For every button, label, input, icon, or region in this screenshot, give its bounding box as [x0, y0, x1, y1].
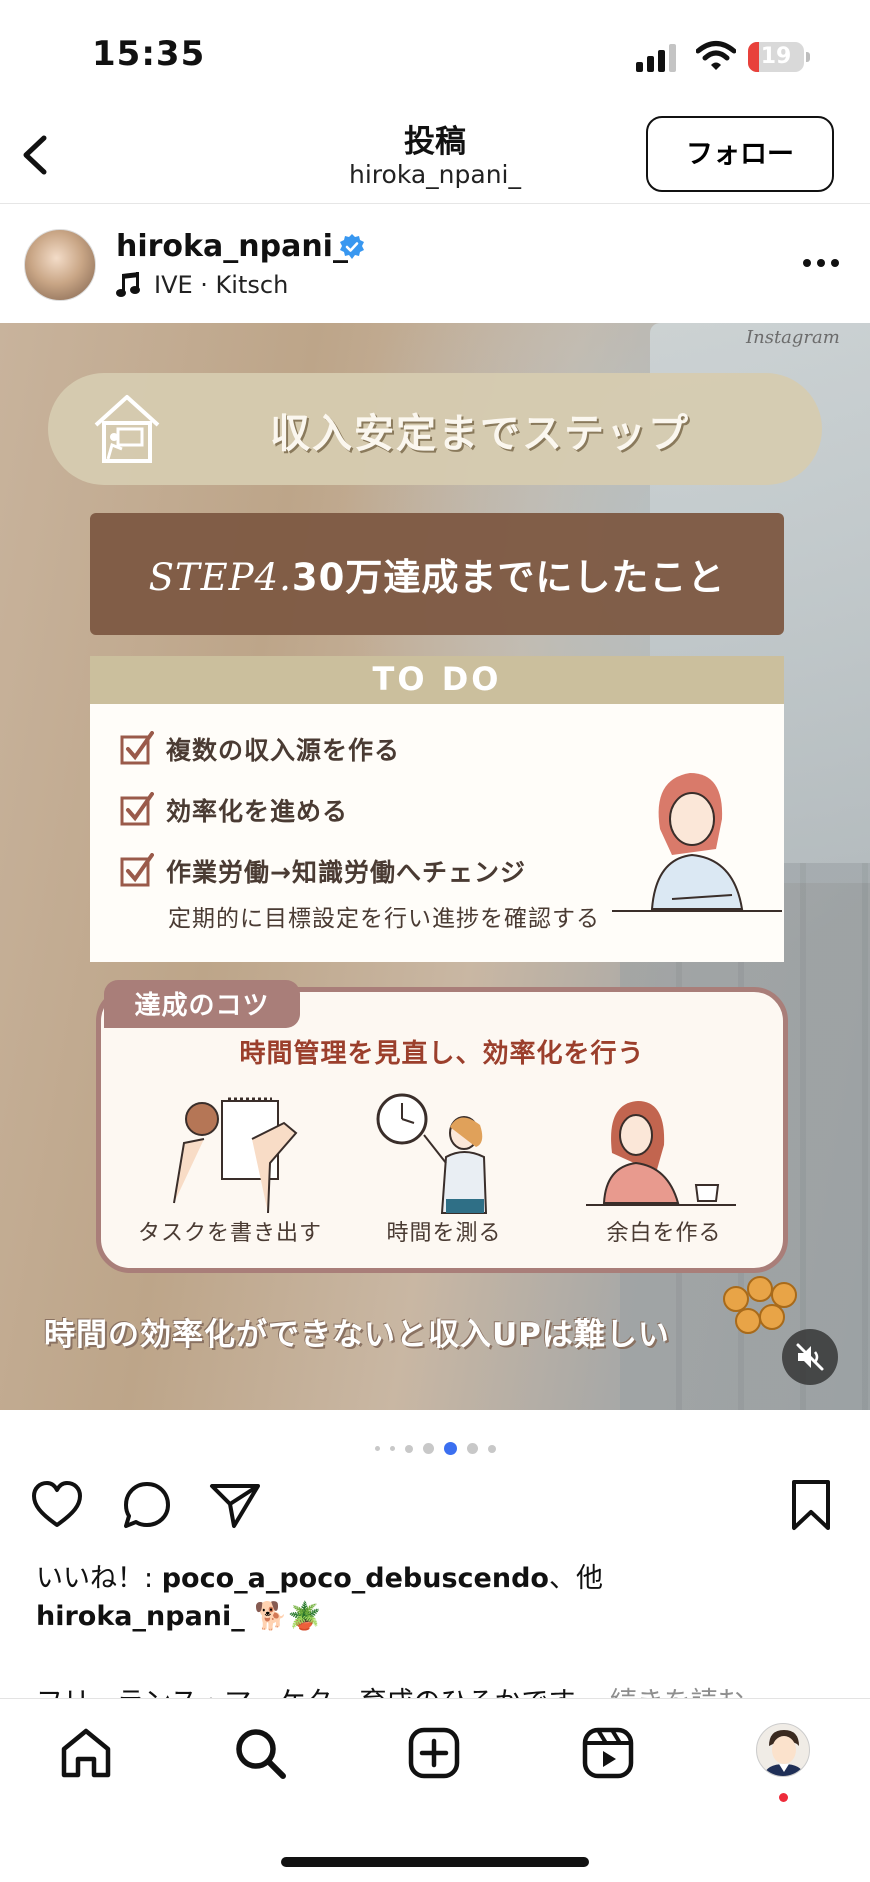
profile-avatar-illustration — [763, 1730, 805, 1776]
carousel-dot — [374, 1446, 380, 1451]
battery-level: 19 — [760, 44, 792, 69]
carousel-dot — [389, 1446, 395, 1451]
likes-summary[interactable]: いいね！: poco_a_poco_debuscendo、他 — [36, 1556, 603, 1595]
likes-user[interactable]: poco_a_poco_debuscendo — [162, 1563, 549, 1594]
speaker-muted-icon — [796, 1343, 824, 1371]
todo-item-label: 複数の収入源を作る — [166, 736, 401, 765]
house-icon — [94, 395, 160, 463]
status-bar: 15:35 19 — [0, 0, 870, 110]
share-icon[interactable] — [208, 1478, 262, 1532]
notification-dot — [779, 1793, 788, 1802]
todo-item-label: 効率化を進める — [166, 797, 349, 826]
laptop-screen-text: Instagram — [746, 327, 840, 348]
caption-text: フリーランス・マーケター育成のひろかです... — [36, 1687, 601, 1698]
likes-prefix: いいね！: — [36, 1563, 162, 1594]
read-more-link[interactable]: 続きを読む — [610, 1687, 745, 1698]
carousel-indicator — [0, 1438, 870, 1455]
home-indicator — [281, 1857, 589, 1867]
slide-caption: 時間の効率化ができないと収入UPは難しい — [44, 1317, 670, 1353]
carousel-dot — [422, 1443, 434, 1454]
music-note-icon — [116, 272, 140, 297]
status-time: 15:35 — [92, 34, 206, 74]
home-icon[interactable] — [58, 1725, 114, 1781]
step-description: 30万達成までにしたこと — [291, 556, 726, 599]
carousel-dot — [404, 1444, 413, 1453]
reels-icon[interactable] — [580, 1725, 636, 1781]
caption-preview: フリーランス・マーケター育成のひろかです... 続きを読む — [36, 1680, 745, 1698]
create-post-icon[interactable] — [406, 1725, 462, 1781]
tip-label: 余白を作る — [606, 1221, 722, 1246]
tips-heading: 時間管理を見直し、効率化を行う — [239, 1039, 645, 1069]
carousel-dot — [466, 1443, 478, 1454]
caption-username[interactable]: hiroka_npani_ — [36, 1601, 245, 1632]
caption-line: hiroka_npani_ 🐕🪴 — [36, 1600, 321, 1632]
tips-tab-label: 達成のコツ — [134, 991, 270, 1021]
caption-emoji: 🐕🪴 — [254, 1601, 322, 1632]
mute-button[interactable] — [782, 1329, 838, 1385]
battery-icon: 19 — [748, 42, 810, 72]
clock-timing-illustration — [376, 1093, 488, 1214]
writing-notes-illustration — [173, 1097, 298, 1214]
comment-icon[interactable] — [120, 1478, 174, 1532]
top-bar: 投稿 hiroka_npani_ フォロー — [0, 110, 870, 204]
profile-avatar[interactable] — [756, 1723, 810, 1777]
todo-item-label: 作業労働→知識労働へチェンジ — [166, 858, 526, 887]
post-header: hiroka_npani_ IVE · Kitsch — [0, 205, 870, 323]
tip-label: タスクを書き出す — [137, 1221, 322, 1246]
checkbox-checked-icon — [120, 853, 154, 887]
tip-label: 時間を測る — [386, 1221, 502, 1246]
step-number: STEP4. — [148, 556, 292, 599]
verified-badge-icon — [340, 234, 364, 259]
bookmark-icon[interactable] — [784, 1478, 838, 1532]
music-info[interactable]: IVE · Kitsch — [154, 271, 288, 299]
relaxing-woman-illustration — [586, 1101, 736, 1206]
woman-writing-illustration — [612, 773, 782, 912]
todo-note: 定期的に目標設定を行い進捗を確認する — [168, 906, 600, 932]
follow-button[interactable]: フォロー — [646, 116, 834, 192]
checkbox-checked-icon — [120, 792, 154, 826]
step-heading: STEP4.30万達成までにしたこと — [90, 547, 784, 601]
carousel-dot-active — [443, 1442, 457, 1455]
post-image[interactable]: Instagram 収入安定までステップ STEP4.30万達成までにしたこと … — [0, 323, 870, 1410]
bottom-nav — [0, 1698, 870, 1882]
checkbox-checked-icon — [120, 731, 154, 765]
likes-suffix: 、他 — [548, 1563, 603, 1594]
heart-icon[interactable] — [30, 1478, 84, 1532]
wifi-icon — [696, 41, 736, 70]
more-options-icon[interactable] — [802, 257, 840, 269]
signal-icon — [636, 44, 676, 72]
carousel-dot — [487, 1444, 496, 1453]
slide-title: 収入安定までステップ — [270, 411, 690, 457]
author-avatar[interactable] — [24, 229, 96, 301]
search-icon[interactable] — [232, 1725, 288, 1781]
todo-heading: TO DO — [372, 660, 502, 698]
author-username[interactable]: hiroka_npani_ — [116, 229, 348, 264]
